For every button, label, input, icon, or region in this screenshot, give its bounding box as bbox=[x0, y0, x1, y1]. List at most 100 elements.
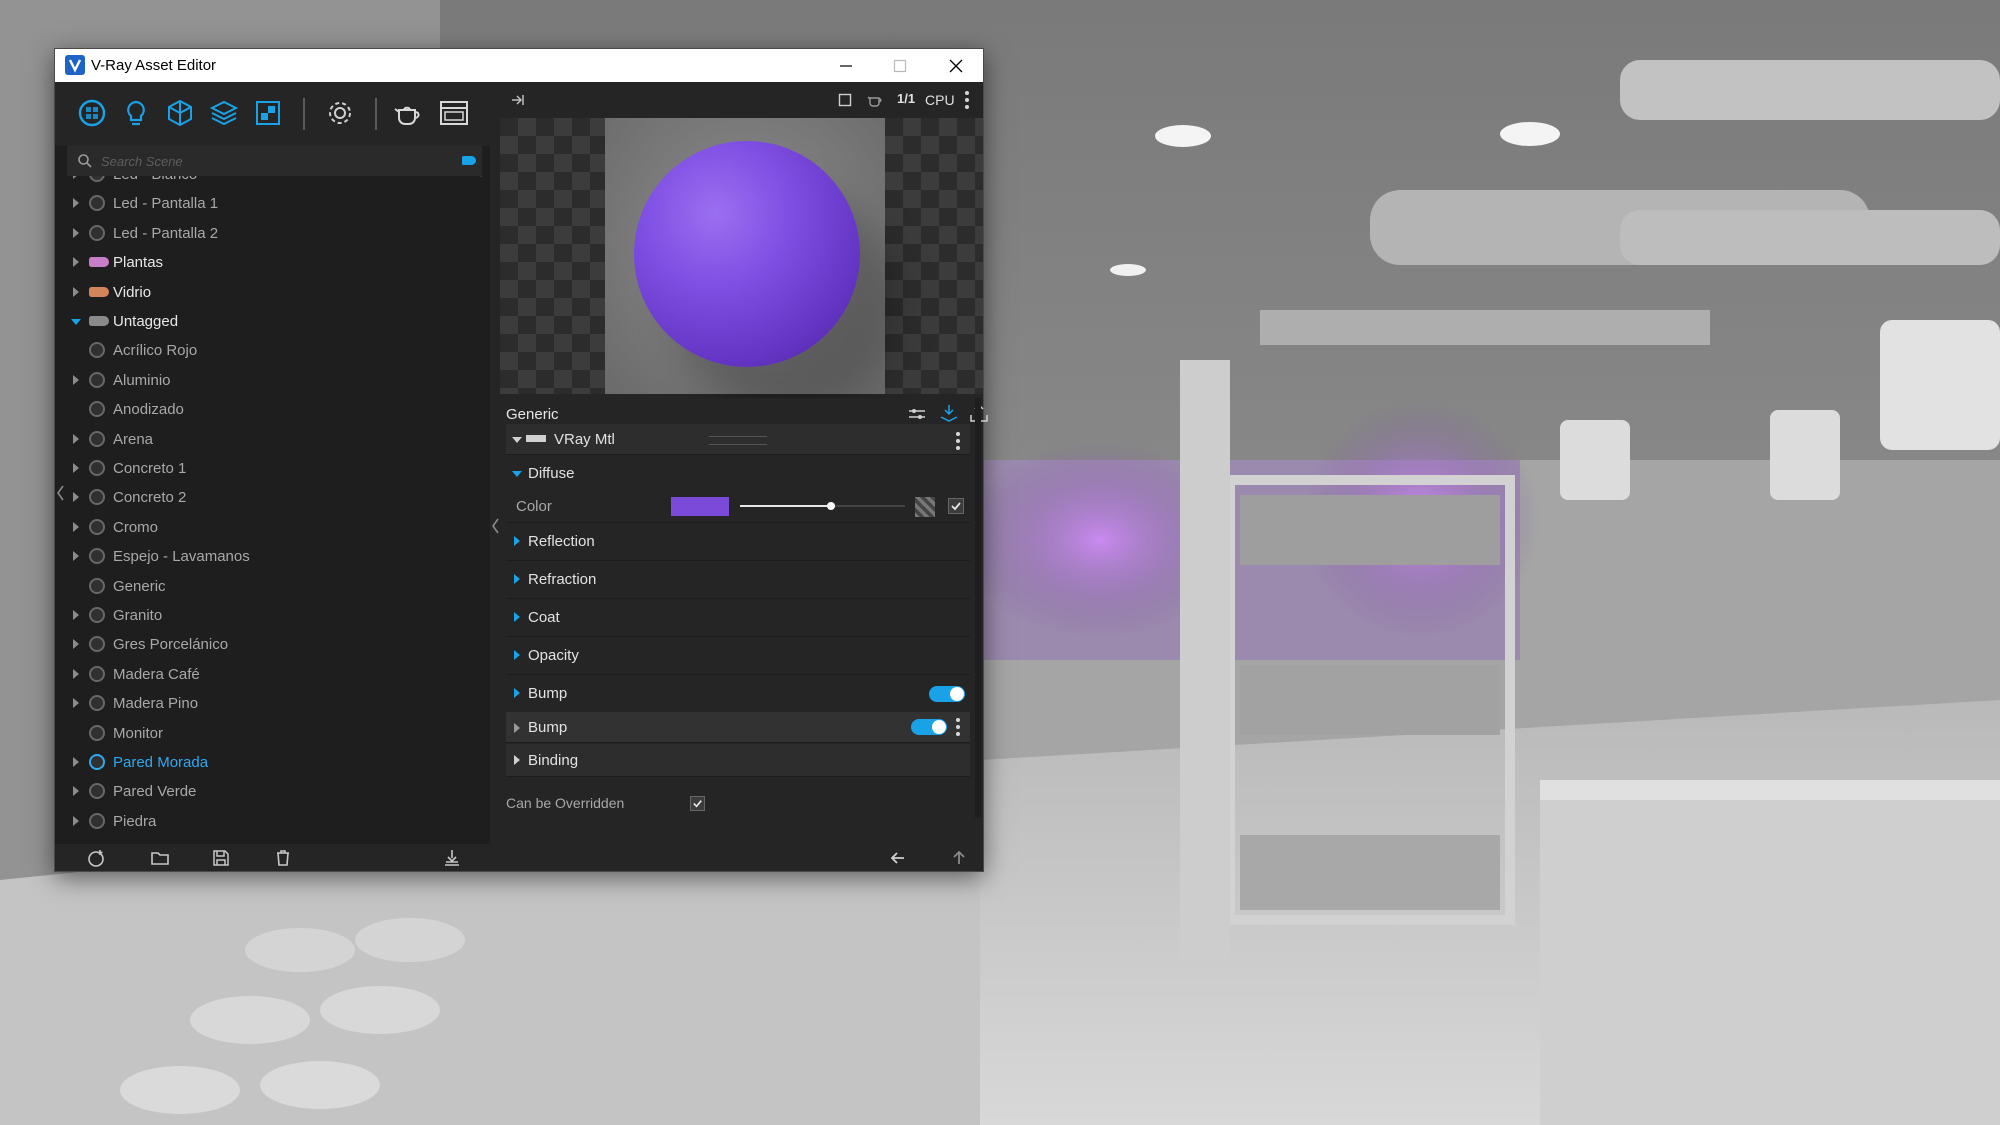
expand-arrow-icon[interactable] bbox=[73, 286, 79, 297]
render-button[interactable] bbox=[391, 96, 425, 130]
expand-arrow-icon[interactable] bbox=[73, 757, 79, 767]
tune-icon[interactable] bbox=[908, 406, 926, 422]
settings-tab[interactable] bbox=[323, 96, 357, 130]
textures-tab[interactable] bbox=[251, 96, 285, 130]
expand-arrow-icon[interactable] bbox=[73, 698, 79, 709]
reflection-section[interactable]: Reflection bbox=[506, 522, 970, 561]
diffuse-section[interactable]: Diffuse Color bbox=[506, 458, 970, 523]
tree-tag-row[interactable]: Vidrio bbox=[67, 278, 469, 307]
tree-material-row[interactable]: Anodizado bbox=[67, 395, 469, 424]
expand-arrow-icon[interactable] bbox=[73, 257, 79, 268]
expand-arrow-icon[interactable] bbox=[73, 433, 79, 444]
expand-arrow-icon[interactable] bbox=[73, 463, 79, 473]
delete-button[interactable] bbox=[272, 848, 294, 868]
bump-layer-section[interactable]: Bump bbox=[506, 712, 970, 743]
expand-arrow-icon[interactable] bbox=[73, 374, 79, 385]
layers-tab[interactable] bbox=[207, 96, 241, 130]
tree-material-row[interactable]: Pared Morada bbox=[67, 748, 469, 777]
render-region-icon[interactable] bbox=[838, 93, 852, 107]
expand-arrow-icon[interactable] bbox=[73, 492, 79, 503]
add-layer-icon[interactable] bbox=[940, 404, 958, 422]
search-bar[interactable]: Search Scene bbox=[67, 146, 482, 177]
material-type-header[interactable]: VRay Mtl bbox=[506, 424, 970, 455]
tree-material-row[interactable]: Piedra bbox=[67, 807, 469, 832]
tree-material-row[interactable]: Granito bbox=[67, 601, 469, 630]
params-scrollbar[interactable] bbox=[975, 398, 981, 818]
expand-arrow-icon[interactable] bbox=[514, 536, 520, 546]
preview-ratio[interactable]: 1/1 bbox=[897, 91, 915, 106]
tree-material-row[interactable]: Acrílico Rojo bbox=[67, 336, 469, 365]
expand-arrow-icon[interactable] bbox=[514, 688, 520, 698]
texture-slot-icon[interactable] bbox=[915, 497, 935, 517]
search-input[interactable]: Search Scene bbox=[101, 154, 183, 169]
expand-arrow-icon[interactable] bbox=[73, 786, 79, 797]
opacity-section[interactable]: Opacity bbox=[506, 636, 970, 675]
create-asset-button[interactable] bbox=[85, 848, 107, 868]
materials-tab[interactable] bbox=[75, 96, 109, 130]
expand-arrow-icon[interactable] bbox=[73, 227, 79, 238]
expand-arrow-icon[interactable] bbox=[514, 755, 520, 765]
diffuse-enabled-checkbox[interactable] bbox=[948, 498, 964, 514]
bump-layer-menu-icon[interactable] bbox=[956, 718, 960, 739]
left-edge-chevron-icon[interactable] bbox=[56, 483, 66, 503]
tree-material-row[interactable]: Pared Verde bbox=[67, 777, 469, 806]
tree-tag-row[interactable]: Plantas bbox=[67, 248, 469, 277]
tree-material-row[interactable]: Madera Pino bbox=[67, 689, 469, 718]
tree-material-row[interactable]: Aluminio bbox=[67, 366, 469, 395]
expand-arrow-icon[interactable] bbox=[73, 668, 79, 679]
lights-tab[interactable] bbox=[119, 96, 153, 130]
preview-menu-icon[interactable] bbox=[965, 91, 969, 112]
expand-arrow-icon[interactable] bbox=[73, 639, 79, 650]
expand-arrow-icon[interactable] bbox=[73, 551, 79, 562]
expand-arrow-icon[interactable] bbox=[73, 198, 79, 209]
binding-section[interactable]: Binding bbox=[506, 744, 970, 777]
tree-material-row[interactable]: Arena bbox=[67, 425, 469, 454]
expand-arrow-icon[interactable] bbox=[73, 176, 79, 179]
expand-arrow-icon[interactable] bbox=[514, 612, 520, 622]
tree-material-row[interactable]: Espejo - Lavamanos bbox=[67, 542, 469, 571]
engine-selector[interactable]: CPU bbox=[925, 92, 955, 108]
amount-slider-knob[interactable] bbox=[826, 502, 835, 510]
tree-tag-row[interactable]: Untagged bbox=[67, 307, 469, 336]
collapse-arrow-icon[interactable] bbox=[512, 437, 522, 443]
frame-buffer-button[interactable] bbox=[437, 96, 471, 130]
tree-material-row[interactable]: Concreto 2 bbox=[67, 483, 469, 512]
save-button[interactable] bbox=[210, 848, 232, 868]
purge-button[interactable] bbox=[441, 848, 463, 868]
up-arrow-icon[interactable] bbox=[951, 850, 967, 866]
expand-arrow-icon[interactable] bbox=[514, 650, 520, 660]
pin-icon[interactable] bbox=[510, 92, 526, 108]
teapot-icon[interactable] bbox=[866, 92, 884, 108]
expand-arrow-icon[interactable] bbox=[512, 471, 522, 477]
refraction-section[interactable]: Refraction bbox=[506, 560, 970, 599]
expand-arrow-icon[interactable] bbox=[514, 723, 520, 733]
tree-material-row[interactable]: Gres Porcelánico bbox=[67, 630, 469, 659]
coat-section[interactable]: Coat bbox=[506, 598, 970, 637]
tree-material-row[interactable]: Led - Pantalla 2 bbox=[67, 219, 469, 248]
tree-material-row[interactable]: Concreto 1 bbox=[67, 454, 469, 483]
tree-material-row[interactable]: Cromo bbox=[67, 513, 469, 542]
back-arrow-icon[interactable] bbox=[890, 850, 906, 866]
minimize-button[interactable] bbox=[819, 49, 873, 82]
bump-toggle[interactable] bbox=[929, 686, 965, 702]
tree-material-row[interactable]: Monitor bbox=[67, 719, 469, 748]
amount-slider-track[interactable] bbox=[740, 502, 905, 510]
expand-arrow-icon[interactable] bbox=[73, 521, 79, 532]
material-menu-icon[interactable] bbox=[956, 432, 960, 453]
pane-splitter[interactable] bbox=[490, 82, 500, 871]
open-button[interactable] bbox=[149, 848, 171, 868]
tree-material-row[interactable]: Led - Blanco bbox=[67, 176, 469, 189]
tree-material-row[interactable]: Led - Pantalla 1 bbox=[67, 189, 469, 218]
expand-arrow-icon[interactable] bbox=[73, 610, 79, 620]
bump-section[interactable]: Bump bbox=[506, 674, 970, 713]
drag-handle-icon[interactable] bbox=[709, 436, 767, 445]
tag-filter-icon[interactable] bbox=[462, 156, 476, 165]
expand-arrow-icon[interactable] bbox=[514, 574, 520, 584]
override-checkbox[interactable] bbox=[690, 796, 705, 811]
tree-material-row[interactable]: Madera Café bbox=[67, 660, 469, 689]
expand-arrow-icon[interactable] bbox=[73, 815, 79, 826]
diffuse-color-swatch[interactable] bbox=[671, 497, 729, 516]
tree-material-row[interactable]: Generic bbox=[67, 572, 469, 601]
close-button[interactable] bbox=[929, 49, 983, 82]
expanded-arrow-icon[interactable] bbox=[71, 319, 81, 325]
